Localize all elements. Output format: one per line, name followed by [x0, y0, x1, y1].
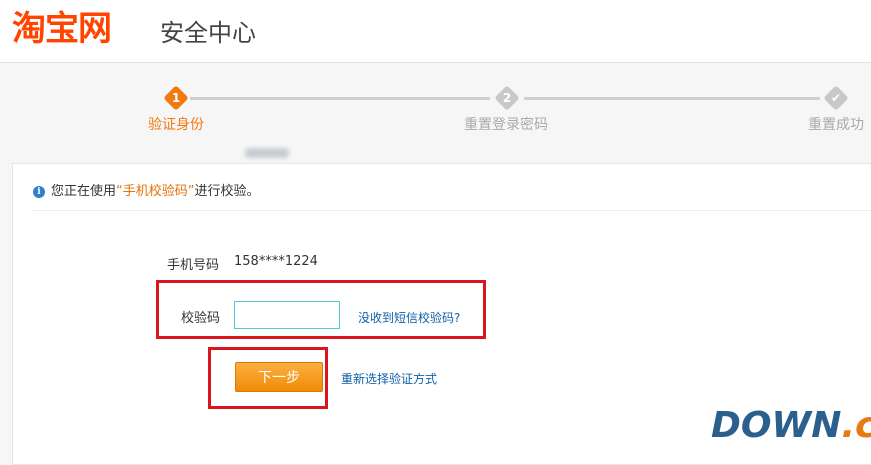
step-2-label: 重置登录密码: [464, 117, 548, 133]
step-1-marker: 1: [163, 85, 189, 111]
step-3-marker: ✔: [823, 85, 849, 111]
step-1-number: 1: [171, 91, 181, 105]
change-method-link[interactable]: 重新选择验证方式: [341, 370, 437, 387]
step-1-label: 验证身份: [148, 117, 204, 133]
down-cc-watermark: DOWN.cc: [711, 406, 871, 446]
notice-suffix: 进行校验。: [194, 184, 260, 199]
watermark-suffix: .cc: [841, 405, 871, 446]
button-highlight-box: [208, 347, 328, 409]
verification-notice: i 您正在使用“手机校验码”进行校验。: [33, 178, 871, 211]
blurred-code-value: [245, 148, 289, 158]
code-highlight-box: [156, 280, 486, 339]
info-icon: i: [33, 185, 45, 198]
notice-prefix: 您正在使用: [51, 184, 117, 199]
phone-value: 158****1224: [234, 254, 318, 269]
step-3-label: 重置成功: [808, 117, 864, 133]
step-connector-1: [190, 97, 490, 100]
watermark-main: DOWN: [711, 405, 842, 446]
step-connector-2: [524, 97, 820, 100]
phone-label: 手机号码: [167, 258, 220, 273]
taobao-logo[interactable]: 淘宝网: [12, 8, 112, 50]
security-center-title: 安全中心: [160, 19, 256, 47]
step-2-number: 2: [502, 91, 512, 105]
step-2-marker: 2: [494, 85, 520, 111]
notice-method: “手机校验码”: [116, 184, 195, 199]
checkmark-icon: ✔: [830, 91, 842, 105]
progress-steps: 1 2 ✔ 验证身份 重置登录密码 重置成功: [0, 63, 871, 163]
page-header: 淘宝网 安全中心: [0, 0, 871, 63]
